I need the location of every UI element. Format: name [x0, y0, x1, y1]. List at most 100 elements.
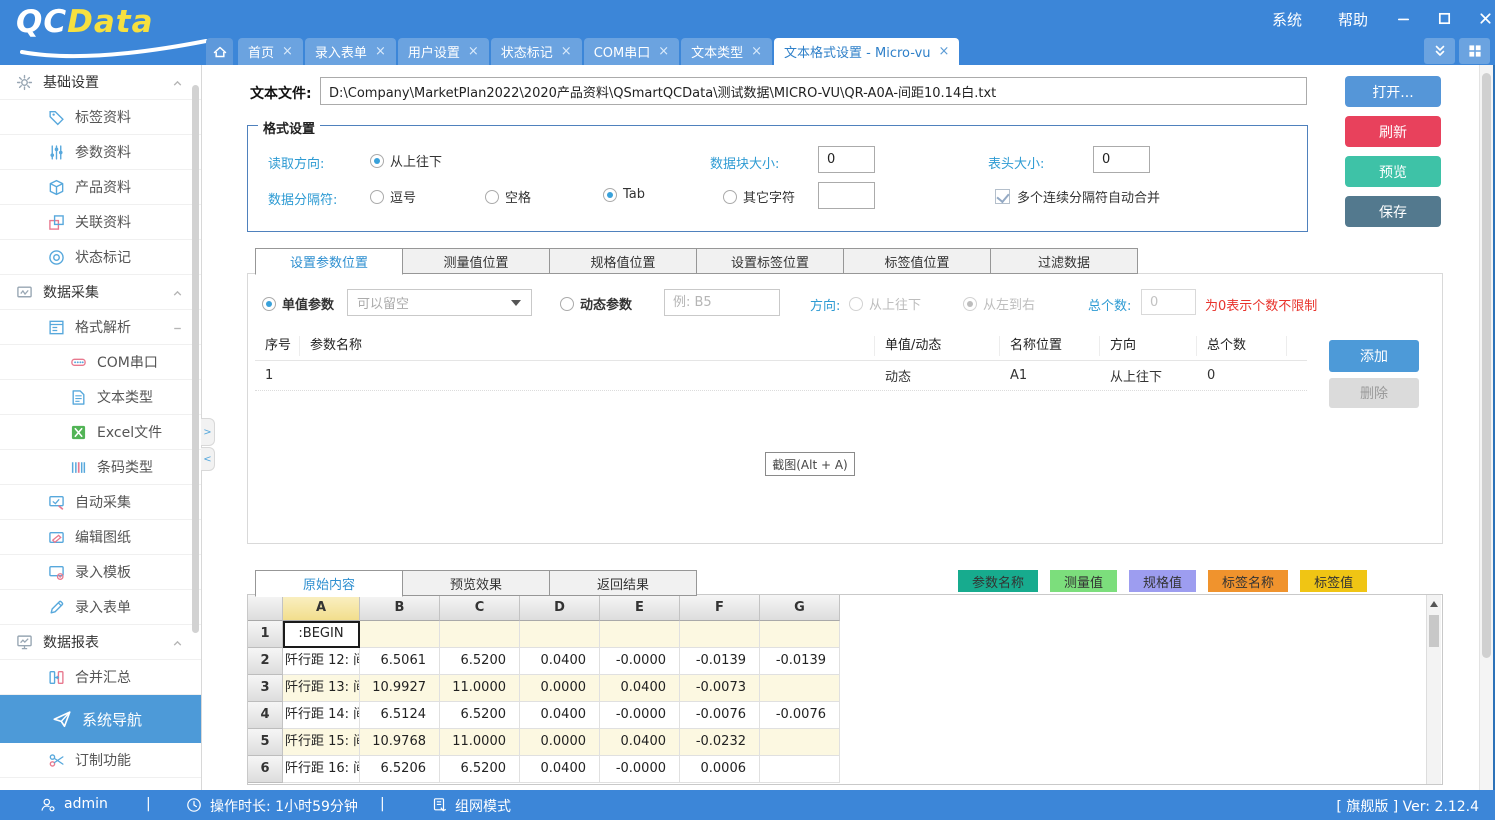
- file-path-input[interactable]: [320, 77, 1307, 105]
- other-char-input[interactable]: [818, 182, 875, 209]
- legend-button[interactable]: 标签名称: [1208, 570, 1288, 592]
- direction-option[interactable]: 从左到右: [963, 294, 1035, 313]
- column-header-g[interactable]: G: [760, 595, 840, 621]
- header-size-input[interactable]: [1093, 146, 1150, 173]
- sheet-cell[interactable]: 11.0000: [440, 729, 520, 756]
- sidebar-item-report[interactable]: 数据报表: [0, 625, 201, 660]
- sheet-cell[interactable]: 阡行距 14: 间距: [283, 702, 360, 729]
- read-direction-option[interactable]: 从上往下: [370, 151, 442, 170]
- sheet-cell[interactable]: 10.9768: [360, 729, 440, 756]
- chevron-up-icon[interactable]: [172, 77, 183, 88]
- legend-button[interactable]: 参数名称: [958, 570, 1038, 592]
- sidebar-item-merge[interactable]: 合并汇总: [0, 660, 201, 695]
- sheet-cell[interactable]: [760, 621, 840, 648]
- page-tab[interactable]: 录入表单×: [305, 38, 396, 65]
- dynamic-param-option[interactable]: 动态参数: [560, 294, 632, 313]
- add-button[interactable]: 添加: [1329, 340, 1419, 372]
- sheet-cell[interactable]: -0.0232: [680, 729, 760, 756]
- tab-close-icon[interactable]: ×: [468, 45, 479, 58]
- total-count-input[interactable]: [1141, 289, 1196, 315]
- separator-option[interactable]: 其它字符: [723, 187, 795, 206]
- sheet-cell[interactable]: [760, 729, 840, 756]
- content-scrollbar[interactable]: [1479, 65, 1493, 790]
- param-tab[interactable]: 设置标签位置: [696, 248, 844, 274]
- column-header-d[interactable]: D: [520, 595, 600, 621]
- sidebar-item-tag[interactable]: 标签资料: [0, 100, 201, 135]
- row-header[interactable]: 1: [248, 621, 283, 648]
- separator-option[interactable]: Tab: [603, 187, 645, 202]
- sheet-cell[interactable]: [360, 621, 440, 648]
- radio-checked-icon[interactable]: [370, 154, 384, 168]
- sheet-cell[interactable]: 阡行距 12: 间距: [283, 648, 360, 675]
- tab-close-icon[interactable]: ×: [939, 45, 950, 58]
- sidebar-item-collect[interactable]: 数据采集: [0, 275, 201, 310]
- param-table-row[interactable]: 1动态A1从上往下0: [255, 360, 1307, 391]
- preview-tab[interactable]: 返回结果: [549, 570, 697, 596]
- sheet-cell[interactable]: [760, 675, 840, 702]
- sheet-cell[interactable]: -0.0076: [760, 702, 840, 729]
- sheet-cell[interactable]: 10.9927: [360, 675, 440, 702]
- sheet-scrollbar[interactable]: [1426, 595, 1441, 784]
- param-name-dropdown[interactable]: 可以留空: [347, 289, 532, 316]
- sheet-cell[interactable]: 0.0400: [520, 702, 600, 729]
- column-header-a[interactable]: A: [283, 595, 360, 621]
- sheet-cell[interactable]: -0.0073: [680, 675, 760, 702]
- sheet-cell[interactable]: -0.0076: [680, 702, 760, 729]
- sheet-cell[interactable]: [680, 621, 760, 648]
- page-tab[interactable]: 首页×: [238, 38, 303, 65]
- sheet-cell[interactable]: 0.0400: [520, 756, 600, 783]
- sheet-cell[interactable]: -0.0000: [600, 648, 680, 675]
- screenshot-button[interactable]: 截图(Alt + A): [765, 452, 855, 476]
- preview-tab[interactable]: 预览效果: [402, 570, 550, 596]
- menu-help[interactable]: 帮助: [1338, 9, 1368, 30]
- sheet-cell[interactable]: 阡行距 15: 间距: [283, 729, 360, 756]
- tab-close-icon[interactable]: ×: [658, 45, 669, 58]
- content-scrollbar-thumb[interactable]: [1482, 73, 1491, 658]
- sidebar-item-pencil[interactable]: 录入表单: [0, 590, 201, 625]
- legend-button[interactable]: 测量值: [1050, 570, 1117, 592]
- sheet-cell[interactable]: -0.0139: [760, 648, 840, 675]
- radio-checked-icon[interactable]: [262, 297, 276, 311]
- radio-unchecked-icon[interactable]: [723, 190, 737, 204]
- tab-list-button[interactable]: [1459, 38, 1490, 64]
- sheet-cell[interactable]: 阡行距 16: 间距: [283, 756, 360, 783]
- sheet-cell[interactable]: [440, 621, 520, 648]
- row-header[interactable]: 5: [248, 729, 283, 756]
- tab-close-icon[interactable]: ×: [375, 45, 386, 58]
- minimize-button[interactable]: [1392, 7, 1414, 29]
- column-header-f[interactable]: F: [680, 595, 760, 621]
- checkbox-checked-icon[interactable]: [995, 189, 1010, 204]
- sidebar-item-auto[interactable]: 自动采集: [0, 485, 201, 520]
- sidebar-item-sliders[interactable]: 参数资料: [0, 135, 201, 170]
- radio-unchecked-icon[interactable]: [560, 297, 574, 311]
- sheet-cell[interactable]: 6.5200: [440, 648, 520, 675]
- page-tab[interactable]: 状态标记×: [491, 38, 582, 65]
- block-size-input[interactable]: [818, 146, 875, 173]
- sidebar-item-cube[interactable]: 产品资料: [0, 170, 201, 205]
- radio-unchecked-icon[interactable]: [485, 190, 499, 204]
- sheet-cell[interactable]: -0.0139: [680, 648, 760, 675]
- row-header[interactable]: 6: [248, 756, 283, 783]
- page-tab[interactable]: 用户设置×: [398, 38, 489, 65]
- chevron-up-icon[interactable]: [172, 637, 183, 648]
- param-tab[interactable]: 规格值位置: [549, 248, 697, 274]
- preview-tab[interactable]: 原始内容: [255, 570, 403, 597]
- sheet-cell[interactable]: 0.0006: [680, 756, 760, 783]
- separator-option[interactable]: 空格: [485, 187, 531, 206]
- preview-button[interactable]: 预览: [1345, 156, 1441, 187]
- sheet-cell[interactable]: -0.0000: [600, 756, 680, 783]
- sheet-cell[interactable]: 0.0400: [600, 675, 680, 702]
- sheet-corner-cell[interactable]: [248, 595, 283, 621]
- radio-checked-icon[interactable]: [963, 297, 977, 311]
- sidebar-item-barcode[interactable]: 条码类型: [0, 450, 201, 485]
- radio-unchecked-icon[interactable]: [370, 190, 384, 204]
- sidebar-item-com[interactable]: COM串口: [0, 345, 201, 380]
- param-tab[interactable]: 过滤数据: [990, 248, 1138, 274]
- sidebar-item-send[interactable]: 系统导航: [0, 695, 201, 743]
- sidebar-scrollbar-thumb[interactable]: [192, 85, 199, 633]
- separator-option[interactable]: 逗号: [370, 187, 416, 206]
- tab-close-icon[interactable]: ×: [282, 45, 293, 58]
- sheet-cell[interactable]: -0.0000: [600, 702, 680, 729]
- page-tab[interactable]: 文本格式设置 - Micro-vu×: [774, 38, 959, 65]
- param-tab[interactable]: 标签值位置: [843, 248, 991, 274]
